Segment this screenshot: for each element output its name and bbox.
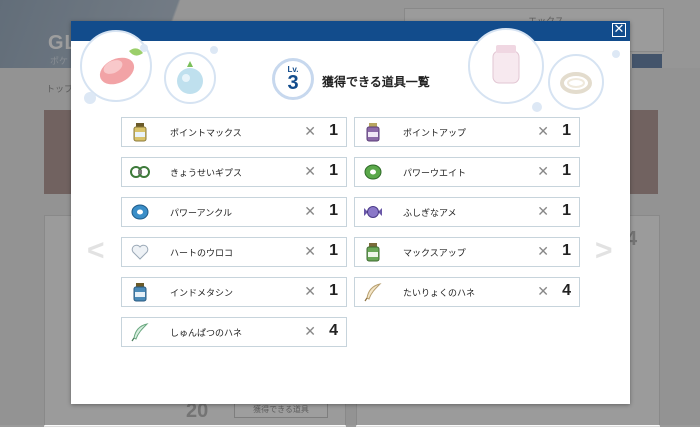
power-weight-icon: [364, 164, 382, 180]
item-quantity: 1: [329, 162, 338, 179]
item-quantity: 1: [562, 242, 571, 259]
times-icon: ✕: [304, 164, 316, 180]
rare-candy-icon: [364, 206, 382, 218]
level-value: 3: [287, 72, 299, 94]
jar-illustration-icon: [468, 28, 544, 104]
bubble-icon: [532, 102, 542, 112]
item-row: ハートのウロコ ✕ 1: [121, 237, 347, 267]
item-quantity: 4: [329, 322, 338, 339]
item-quantity: 1: [562, 162, 571, 179]
item-quantity: 1: [329, 122, 338, 139]
bottle-icon: [133, 283, 147, 302]
bubble-icon: [140, 44, 148, 52]
item-name: きょうせいギプス: [170, 169, 243, 179]
item-row: ふしぎなアメ ✕ 1: [354, 197, 580, 227]
times-icon: ✕: [537, 204, 549, 220]
item-quantity: 1: [329, 242, 338, 259]
heart-scale-icon: [131, 244, 149, 260]
level-badge: Lv. 3: [272, 58, 314, 100]
item-name: ふしぎなアメ: [403, 209, 457, 219]
times-icon: ✕: [537, 124, 549, 140]
item-name: パワーウエイト: [403, 169, 467, 179]
item-name: パワーアンクル: [170, 209, 233, 219]
times-icon: ✕: [537, 164, 549, 180]
item-row: パワーアンクル ✕ 1: [121, 197, 347, 227]
item-row: インドメタシン ✕ 1: [121, 277, 347, 307]
times-icon: ✕: [304, 284, 316, 300]
feather-icon: [131, 323, 149, 342]
item-row: マックスアップ ✕ 1: [354, 237, 580, 267]
modal-title: 獲得できる道具一覧: [322, 75, 430, 89]
times-icon: ✕: [304, 324, 316, 340]
item-name: しゅんぱつのハネ: [170, 329, 243, 339]
item-row: たいりょくのハネ ✕ 4: [354, 277, 580, 307]
item-row: ポイントマックス ✕ 1: [121, 117, 347, 147]
times-icon: ✕: [304, 204, 316, 220]
item-name: インドメタシン: [170, 289, 234, 299]
item-name: ハートのウロコ: [170, 249, 234, 259]
close-button[interactable]: ✕: [612, 23, 626, 37]
power-anklet-icon: [131, 204, 149, 220]
berry-illustration-icon: [164, 52, 216, 104]
bubble-icon: [84, 92, 96, 104]
bottle-icon: [366, 243, 380, 262]
item-quantity: 1: [562, 202, 571, 219]
times-icon: ✕: [537, 244, 549, 260]
item-name: ポイントマックス: [170, 129, 242, 139]
item-name: たいりょくのハネ: [403, 289, 476, 299]
item-row: しゅんぱつのハネ ✕ 4: [121, 317, 347, 347]
times-icon: ✕: [537, 284, 549, 300]
item-quantity: 1: [562, 122, 571, 139]
item-row: きょうせいギプス ✕ 1: [121, 157, 347, 187]
ring-illustration-icon: [548, 54, 604, 110]
item-name: ポイントアップ: [403, 129, 467, 139]
bottle-icon: [366, 123, 380, 142]
bubble-icon: [210, 46, 218, 54]
next-arrow-button[interactable]: >: [595, 234, 613, 268]
bottle-icon: [133, 123, 147, 142]
feather-icon: [364, 283, 382, 302]
item-name: マックスアップ: [403, 249, 466, 259]
times-icon: ✕: [304, 124, 316, 140]
bubble-icon: [612, 50, 620, 58]
item-quantity: 1: [329, 202, 338, 219]
item-quantity: 4: [562, 282, 571, 299]
times-icon: ✕: [304, 244, 316, 260]
macho-brace-icon: [130, 166, 150, 178]
item-list-modal: ✕ Lv. 3 獲得できる道具一覧 < > ポイントマックス ✕ 1 ポイントア…: [71, 21, 630, 404]
item-quantity: 1: [329, 282, 338, 299]
item-row: ポイントアップ ✕ 1: [354, 117, 580, 147]
modal-title-bar: ✕: [71, 21, 630, 41]
item-row: パワーウエイト ✕ 1: [354, 157, 580, 187]
prev-arrow-button[interactable]: <: [87, 234, 105, 268]
